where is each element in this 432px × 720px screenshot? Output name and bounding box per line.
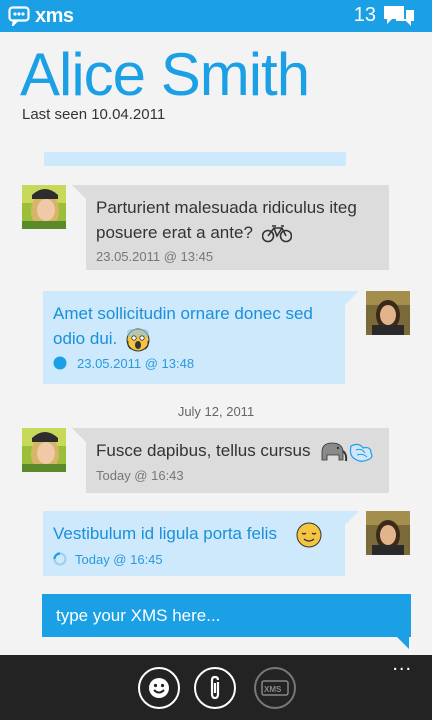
scream-face-icon [126,328,150,352]
message-text: Amet sollicitudin ornare donec sed odio … [53,301,335,352]
app-bar: ... XMS [0,654,432,720]
my-avatar[interactable] [366,291,410,335]
message-meta: 23.05.2011 @ 13:48 [53,356,335,371]
messages-icon[interactable] [384,6,414,28]
message-text: Parturient malesuada ridiculus iteg posu… [96,195,379,245]
message-bubble-outgoing[interactable]: Vestibulum id ligula porta felis Today @… [43,511,345,576]
message-text: Vestibulum id ligula porta felis [53,521,335,548]
message-text-content: Fusce dapibus, tellus cursus [96,441,311,460]
message-text: Fusce dapibus, tellus cursus [96,438,379,464]
app-logo: xms [8,5,74,27]
message-text-content: Amet sollicitudin ornare donec sed odio … [53,304,313,348]
last-seen: Last seen 10.04.2011 [22,106,166,123]
message-bubble-outgoing[interactable]: Amet sollicitudin ornare donec sed odio … [43,291,345,384]
message-timestamp: 23.05.2011 @ 13:48 [77,355,195,371]
attach-button[interactable] [194,667,236,709]
message-timestamp: Today @ 16:43 [96,467,184,483]
message-input[interactable] [42,594,411,637]
send-xms-icon: XMS [261,680,289,696]
sending-spinner-icon [53,552,67,566]
date-separator: July 12, 2011 [177,404,255,419]
relieved-face-icon [296,522,322,548]
bubble-tail [72,185,86,199]
send-xms-label: XMS [264,685,282,694]
message-timestamp: Today @ 16:45 [75,551,163,567]
status-bar: xms 13 [0,0,432,32]
unread-count[interactable]: 13 [354,4,376,27]
app-name: xms [35,4,74,27]
composer-tail [397,637,409,649]
paperclip-icon [210,675,220,700]
smiley-icon [149,678,169,698]
emoticon-button[interactable] [138,667,180,709]
message-text-content: Vestibulum id ligula porta felis [53,524,277,543]
bubble-tail [345,291,359,305]
more-options-button[interactable]: ... [392,654,412,674]
contact-name: Alice Smith [20,41,310,108]
bubble-tail [72,428,86,442]
message-text-content: Parturient malesuada ridiculus iteg posu… [96,198,357,242]
bicycle-icon [261,224,292,242]
elephant-dash-icon [321,442,373,462]
contact-avatar[interactable] [22,185,66,229]
message-bubble-incoming[interactable]: Fusce dapibus, tellus cursus Today @ 16:… [86,428,389,493]
contact-avatar[interactable] [22,428,66,472]
send-button[interactable]: XMS [254,667,296,709]
message-bubble-incoming[interactable]: Parturient malesuada ridiculus iteg posu… [86,185,389,270]
message-meta: Today @ 16:45 [53,552,335,567]
sent-status-icon [53,356,67,370]
my-avatar[interactable] [366,511,410,555]
previous-message-peek[interactable] [44,152,346,166]
bubble-tail [345,511,359,525]
chat-bubble-icon [8,6,30,26]
message-timestamp: 23.05.2011 @ 13:45 [96,249,214,264]
message-composer[interactable] [42,594,411,637]
